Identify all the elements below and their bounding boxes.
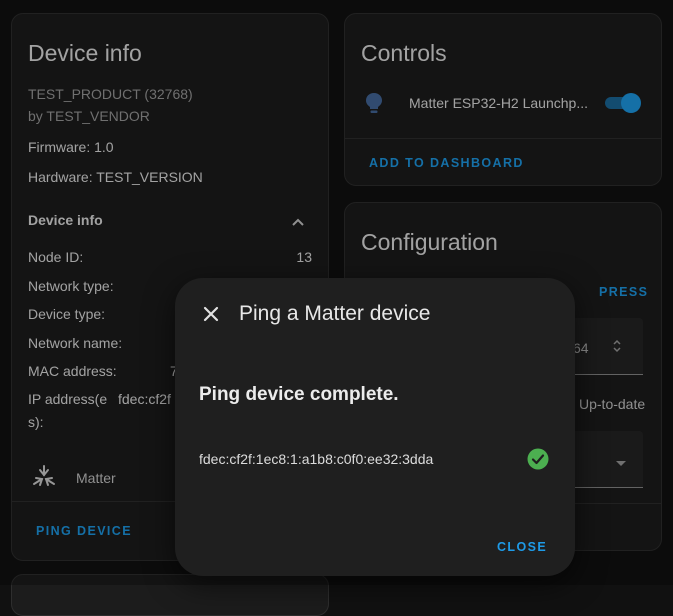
close-button[interactable]: CLOSE bbox=[497, 540, 547, 554]
ping-address: fdec:cf2f:1ec8:1:a1b8:c0f0:ee32:3dda bbox=[199, 451, 434, 467]
close-icon[interactable] bbox=[201, 304, 221, 329]
ping-dialog: Ping a Matter device Ping device complet… bbox=[175, 278, 575, 576]
ping-status: Ping device complete. bbox=[199, 384, 399, 405]
dialog-title: Ping a Matter device bbox=[239, 302, 431, 325]
check-circle-icon bbox=[527, 448, 549, 475]
